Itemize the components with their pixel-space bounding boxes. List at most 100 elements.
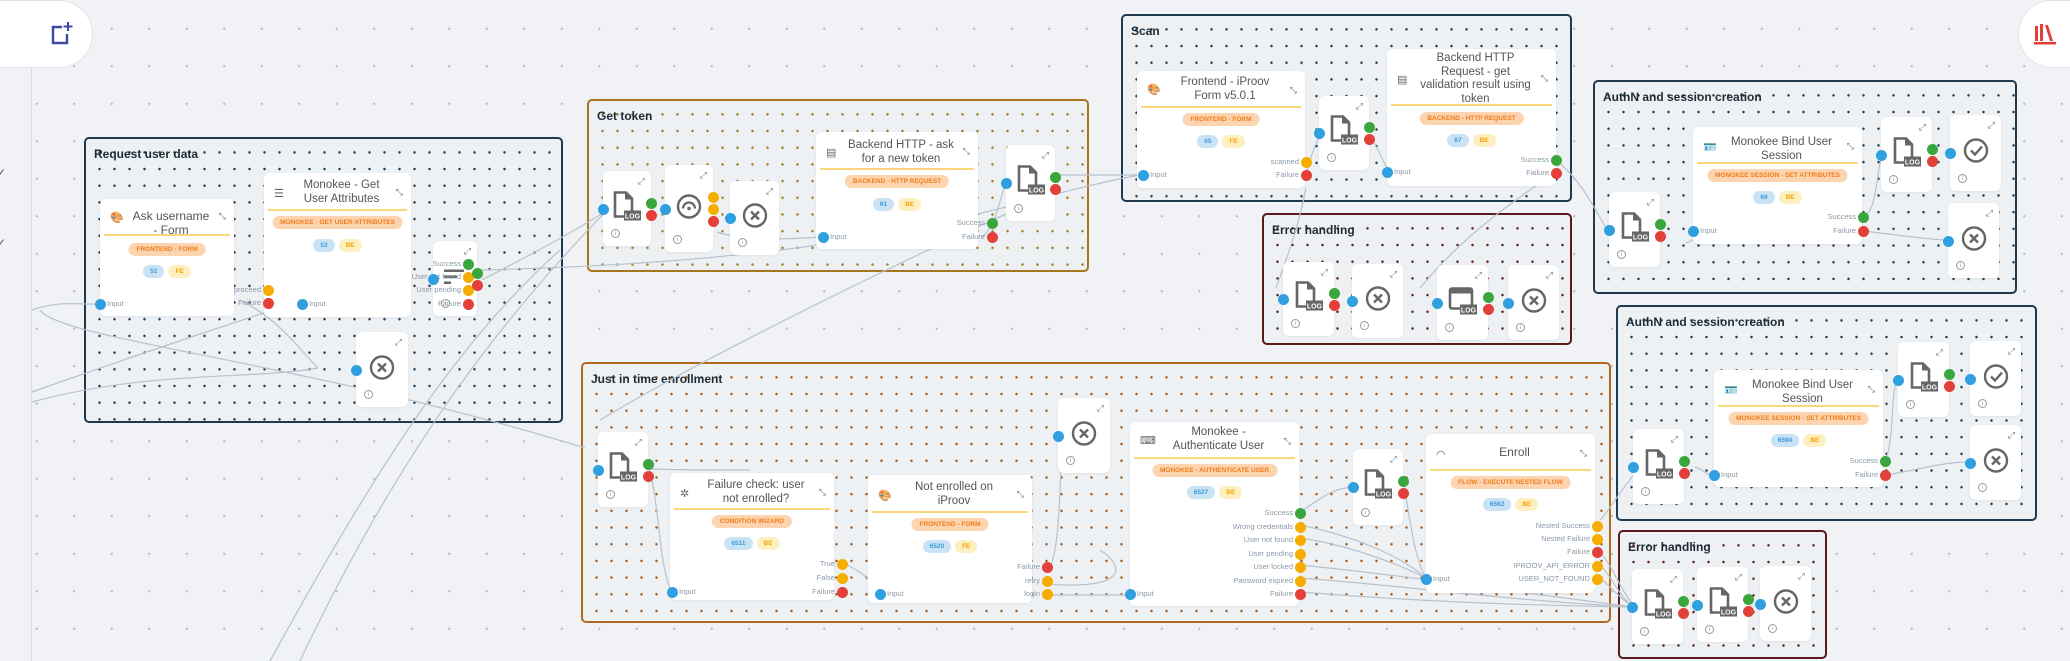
node-log[interactable]: ⤢ LOG i: [1006, 145, 1055, 221]
port-output[interactable]: [1880, 456, 1891, 467]
port-output[interactable]: [263, 298, 274, 309]
port-input[interactable]: [1709, 470, 1720, 481]
node-failure-check[interactable]: ✲ Failure check: user not enrolled? ⤡ CO…: [670, 473, 834, 600]
port-output[interactable]: [708, 191, 719, 203]
collapse-icon[interactable]: ⤡: [963, 146, 970, 157]
expand-icon[interactable]: ⤢: [1546, 270, 1553, 281]
port-output[interactable]: [1944, 368, 1955, 380]
port-output[interactable]: [987, 232, 998, 243]
info-icon[interactable]: i: [1906, 400, 1915, 409]
info-icon[interactable]: i: [1705, 625, 1714, 634]
port-output[interactable]: [1743, 593, 1754, 605]
info-icon[interactable]: i: [1768, 624, 1777, 633]
expand-icon[interactable]: ⤢: [1356, 101, 1363, 112]
port-input[interactable]: [1943, 235, 1954, 247]
expand-icon[interactable]: ⤢: [635, 437, 642, 448]
port-input[interactable]: [1688, 226, 1699, 237]
port-input[interactable]: [95, 299, 106, 310]
port-output[interactable]: [646, 197, 657, 209]
info-icon[interactable]: i: [1516, 323, 1525, 332]
port-input[interactable]: [297, 299, 308, 310]
port-output[interactable]: [708, 215, 719, 227]
port-output[interactable]: [837, 587, 848, 598]
port-input[interactable]: [1628, 461, 1639, 473]
expand-icon[interactable]: ⤢: [1390, 269, 1397, 280]
info-icon[interactable]: i: [1327, 153, 1336, 162]
port-input[interactable]: [1965, 373, 1976, 385]
node-check[interactable]: ⤢ i: [1950, 115, 2001, 191]
info-icon[interactable]: i: [611, 229, 620, 238]
port-input[interactable]: [1053, 430, 1064, 442]
port-output[interactable]: [463, 259, 474, 270]
node-log[interactable]: ⤢ LOG i: [1697, 567, 1748, 642]
port-input[interactable]: [1432, 297, 1443, 309]
expand-icon[interactable]: ⤢: [2008, 346, 2015, 357]
info-icon[interactable]: i: [1066, 456, 1075, 465]
info-icon[interactable]: i: [1014, 204, 1023, 213]
node-close[interactable]: ⤢ i: [1058, 398, 1110, 473]
expand-icon[interactable]: ⤢: [1097, 403, 1104, 414]
expand-icon[interactable]: ⤢: [1798, 571, 1805, 582]
port-output[interactable]: [1655, 230, 1666, 242]
port-output[interactable]: [1678, 595, 1689, 607]
port-output[interactable]: [1295, 575, 1306, 587]
port-output[interactable]: [1678, 607, 1689, 619]
port-input[interactable]: [1138, 170, 1149, 181]
expand-icon[interactable]: ⤢: [2008, 430, 2015, 441]
port-input[interactable]: [351, 364, 362, 376]
info-icon[interactable]: i: [1978, 399, 1987, 408]
port-input[interactable]: [428, 273, 439, 285]
port-output[interactable]: [1295, 548, 1306, 560]
info-icon[interactable]: i: [1640, 627, 1649, 636]
port-input[interactable]: [1421, 574, 1432, 585]
port-output[interactable]: [1592, 560, 1603, 572]
port-output[interactable]: [1042, 589, 1053, 600]
port-output[interactable]: [1551, 155, 1562, 166]
expand-icon[interactable]: ⤢: [1475, 270, 1482, 281]
port-output[interactable]: [837, 573, 848, 584]
port-input[interactable]: [1382, 167, 1393, 178]
expand-icon[interactable]: ⤢: [1321, 267, 1328, 278]
expand-icon[interactable]: ⤢: [1671, 434, 1678, 445]
port-output[interactable]: [1743, 605, 1754, 617]
port-output[interactable]: [1364, 134, 1375, 145]
node-close[interactable]: ⤢ i: [1352, 264, 1403, 338]
port-input[interactable]: [1314, 128, 1325, 139]
port-output[interactable]: [1551, 167, 1562, 179]
port-input[interactable]: [1604, 224, 1615, 236]
info-icon[interactable]: i: [606, 490, 615, 499]
port-output[interactable]: [1295, 508, 1306, 519]
port-output[interactable]: [263, 285, 274, 296]
node-not-enrolled[interactable]: 🎨 Not enrolled on iProov ⤡ FRONTEND - FO…: [868, 475, 1032, 603]
node-gauge[interactable]: ⤢ i: [665, 165, 713, 252]
expand-icon[interactable]: ⤢: [1647, 197, 1654, 208]
port-input[interactable]: [875, 589, 886, 600]
port-output[interactable]: [1679, 467, 1690, 479]
node-http-validation[interactable]: ▤ Backend HTTP Request - get validation …: [1387, 49, 1556, 186]
port-input[interactable]: [660, 203, 671, 215]
port-output[interactable]: [643, 458, 654, 470]
node-close[interactable]: ⤢ i: [1970, 425, 2021, 500]
info-icon[interactable]: i: [738, 238, 747, 247]
port-output[interactable]: [1398, 488, 1409, 499]
expand-icon[interactable]: ⤢: [1735, 572, 1742, 583]
port-output[interactable]: [708, 203, 719, 215]
port-output[interactable]: [1655, 218, 1666, 230]
collapse-icon[interactable]: ⤡: [1868, 384, 1875, 395]
port-output[interactable]: [1329, 288, 1340, 299]
port-input[interactable]: [1348, 482, 1359, 493]
port-output[interactable]: [1927, 155, 1938, 167]
port-input[interactable]: [1278, 294, 1289, 305]
port-output[interactable]: [1679, 455, 1690, 467]
expand-icon[interactable]: ⤢: [700, 170, 707, 181]
node-log[interactable]: ⤢ LOG i: [1283, 262, 1334, 336]
port-output[interactable]: [1329, 300, 1340, 311]
collapse-icon[interactable]: ⤡: [1580, 448, 1587, 459]
node-get-user-attributes[interactable]: ☰ Monokee - Get User Attributes ⤡ MONOKE…: [264, 173, 411, 317]
node-close[interactable]: ⤢ i: [1760, 566, 1811, 641]
port-output[interactable]: [1880, 469, 1891, 481]
info-icon[interactable]: i: [673, 235, 682, 244]
info-icon[interactable]: i: [1978, 483, 1987, 492]
collapse-icon[interactable]: ⤡: [1017, 489, 1024, 500]
node-log[interactable]: ⤢ LOG i: [1898, 342, 1949, 417]
